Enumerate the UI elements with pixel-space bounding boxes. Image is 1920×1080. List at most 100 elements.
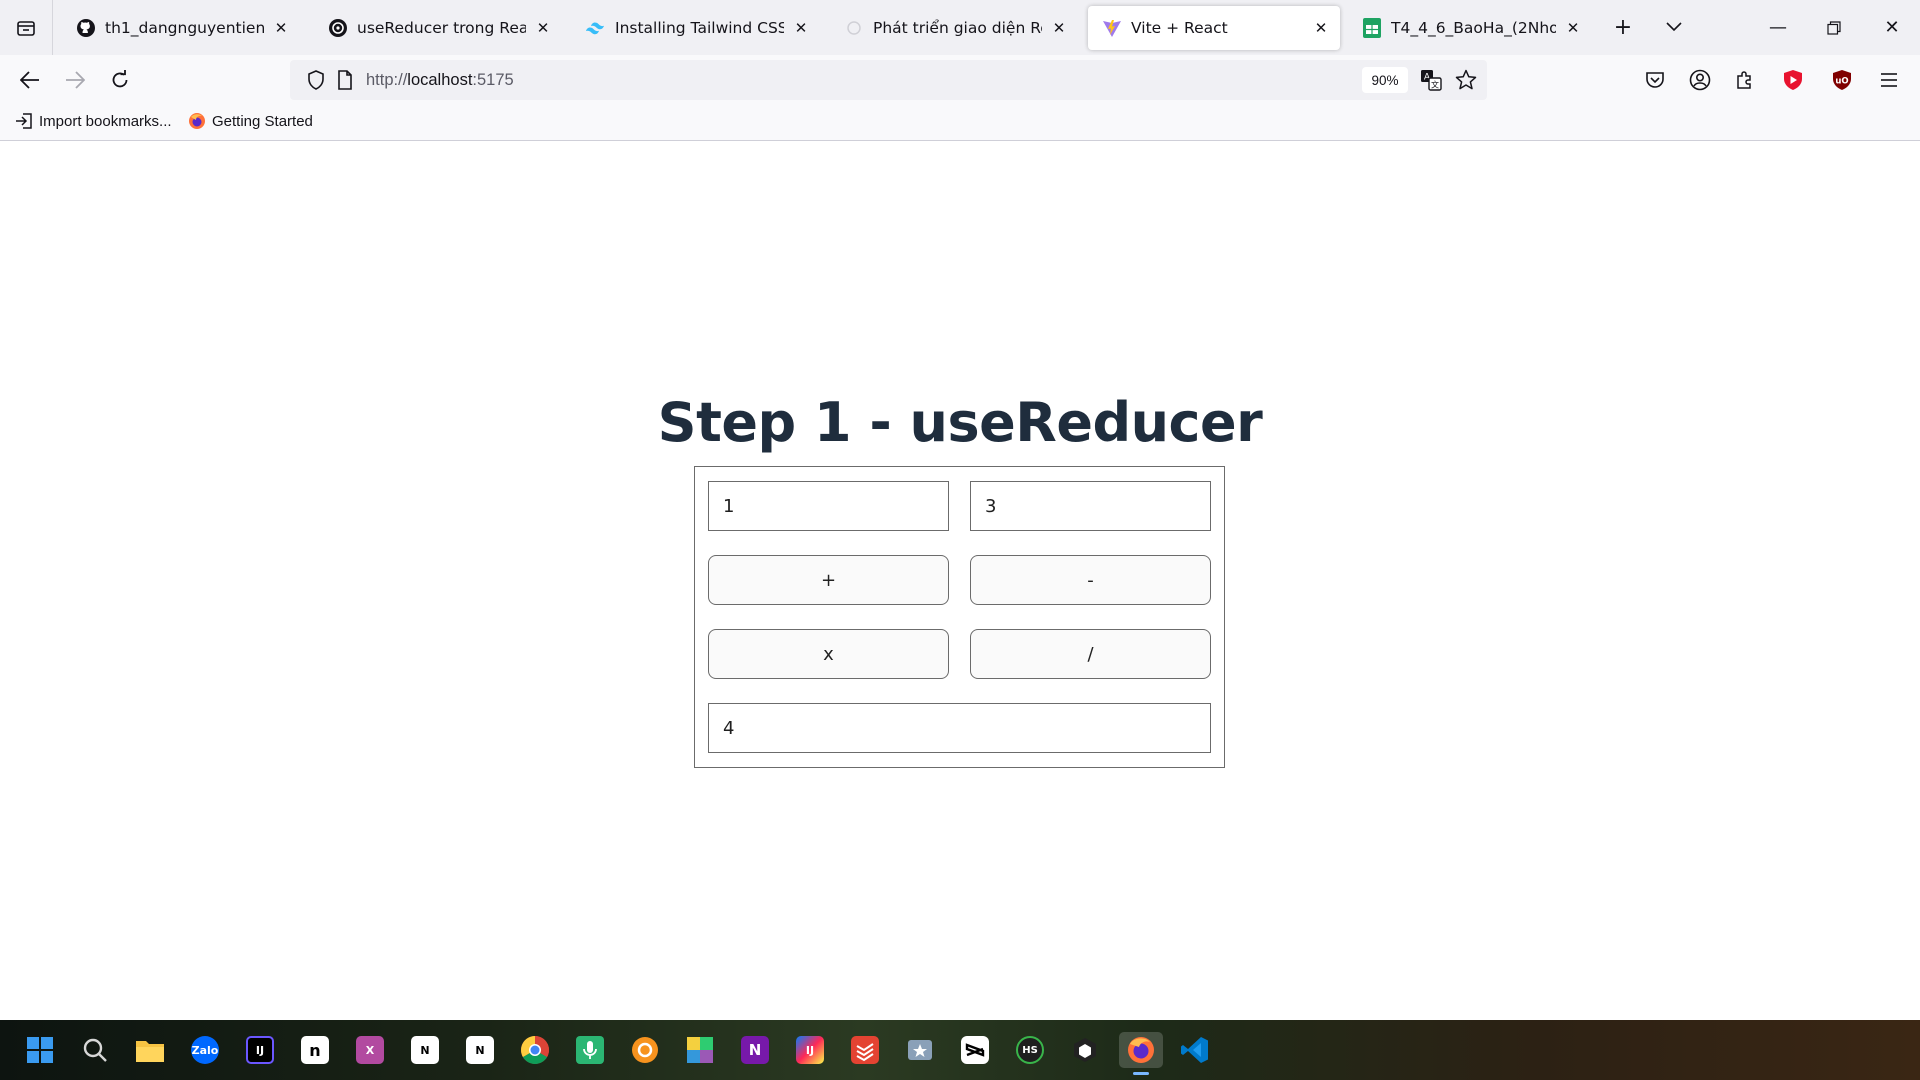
bookmark-star-icon[interactable]	[1455, 69, 1477, 95]
close-icon[interactable]: ✕	[1562, 17, 1584, 39]
bookmark-getting-started[interactable]: Getting Started	[188, 112, 313, 130]
tab-tailwind[interactable]: Installing Tailwind CSS with Vite ✕	[572, 6, 820, 50]
taskbar-voice[interactable]	[572, 1032, 608, 1068]
url-text[interactable]: http://localhost:5175	[366, 71, 514, 90]
restore-icon	[1827, 20, 1841, 35]
taskbar-firefox[interactable]	[1119, 1032, 1163, 1075]
bookmark-import[interactable]: Import bookmarks...	[15, 112, 172, 130]
jetbrains-icon: IJ	[796, 1036, 824, 1064]
taskbar-hs[interactable]: HS	[1012, 1032, 1048, 1068]
tab-title: Installing Tailwind CSS with Vite	[615, 19, 784, 37]
number-a-input[interactable]	[708, 481, 949, 531]
close-icon: ✕	[1884, 17, 1900, 38]
close-icon[interactable]: ✕	[1048, 17, 1070, 39]
tab-title: useReducer trong React	[357, 19, 526, 37]
taskbar-jetbrains[interactable]: IJ	[792, 1032, 828, 1068]
taskbar-search-button[interactable]	[77, 1032, 113, 1068]
add-button[interactable]: +	[708, 555, 949, 605]
tab-list-button[interactable]	[0, 0, 53, 55]
menu-button[interactable]	[1872, 63, 1906, 97]
import-icon	[15, 112, 33, 130]
puzzle-icon	[1737, 71, 1751, 89]
divide-button[interactable]: /	[970, 629, 1211, 679]
pocket-icon	[1646, 72, 1664, 88]
subtract-button[interactable]: -	[970, 555, 1211, 605]
microphone-icon	[576, 1036, 604, 1064]
bookmarks-toolbar: Import bookmarks... Getting Started	[0, 105, 1920, 141]
taskbar-intellij[interactable]: IJ	[242, 1032, 278, 1068]
minimize-button[interactable]: —	[1750, 0, 1806, 55]
tab-sheets[interactable]: T4_4_6_BaoHa_(2Nhom) - Google Sheets ✕	[1348, 6, 1592, 50]
close-icon[interactable]: ✕	[790, 17, 812, 39]
arrow-right-icon	[66, 71, 85, 89]
extensions-button[interactable]	[1728, 63, 1762, 97]
list-all-tabs-button[interactable]	[1657, 10, 1691, 44]
taskbar-app-x[interactable]: X	[352, 1032, 388, 1068]
taskbar-notion-a[interactable]: N	[407, 1032, 443, 1068]
navigation-toolbar: http://localhost:5175 90% A文 uO	[0, 55, 1920, 105]
hs-icon: HS	[1016, 1036, 1044, 1064]
url-bar[interactable]: http://localhost:5175 90% A文	[290, 60, 1487, 100]
reload-button[interactable]	[103, 63, 137, 97]
taskbar-app-star[interactable]	[902, 1032, 938, 1068]
taskbar-notion-b[interactable]: N	[462, 1032, 498, 1068]
pocket-button[interactable]	[1638, 63, 1672, 97]
forward-button[interactable]	[58, 63, 92, 97]
restore-button[interactable]	[1806, 0, 1862, 55]
color-picker-icon	[687, 1037, 713, 1063]
notion-icon: N	[466, 1036, 494, 1064]
firefox-icon	[1128, 1037, 1154, 1063]
start-button[interactable]	[22, 1032, 58, 1068]
taskbar-chrome[interactable]	[517, 1032, 553, 1068]
taskbar-capcut[interactable]	[957, 1032, 993, 1068]
account-icon	[1689, 69, 1711, 91]
windows-icon	[27, 1037, 53, 1063]
folder-icon	[136, 1041, 164, 1062]
taskbar-app-n[interactable]: n	[297, 1032, 333, 1068]
github-icon	[76, 18, 96, 38]
account-button[interactable]	[1683, 63, 1717, 97]
taskbar-onenote[interactable]: N	[737, 1032, 773, 1068]
taskbar-todoist[interactable]	[847, 1032, 883, 1068]
back-button[interactable]	[13, 63, 47, 97]
multiply-button[interactable]: x	[708, 629, 949, 679]
loading-icon	[844, 18, 864, 38]
taskbar: Zalo IJ n X N N N IJ HS	[0, 1020, 1920, 1080]
page-info-icon[interactable]	[336, 70, 354, 94]
window-close-button[interactable]: ✕	[1864, 0, 1920, 55]
ublock-button[interactable]: uO	[1825, 63, 1859, 97]
close-icon[interactable]: ✕	[270, 17, 292, 39]
translate-icon[interactable]: A文	[1420, 69, 1442, 95]
video-extension-button[interactable]	[1776, 63, 1810, 97]
unity-icon	[1074, 1038, 1096, 1062]
taskbar-app-color[interactable]	[682, 1032, 718, 1068]
reload-icon	[112, 70, 128, 88]
app-n-icon: n	[301, 1036, 329, 1064]
tab-vite-react[interactable]: Vite + React ✕	[1088, 6, 1340, 50]
zoom-indicator[interactable]: 90%	[1362, 67, 1408, 93]
app-orange-icon	[632, 1037, 658, 1063]
notion-icon: N	[411, 1036, 439, 1064]
tab-title: Phát triển giao diện ReactJS	[873, 19, 1042, 37]
tab-list-icon	[17, 20, 35, 36]
new-tab-button[interactable]: +	[1606, 10, 1640, 44]
close-icon[interactable]: ✕	[532, 17, 554, 39]
page-viewport: Step 1 - useReducer + - x / 4	[0, 141, 1920, 1020]
vscode-icon	[1181, 1037, 1208, 1063]
url-host: localhost	[407, 71, 473, 89]
close-icon[interactable]: ✕	[1310, 17, 1332, 39]
number-b-input[interactable]	[970, 481, 1211, 531]
taskbar-app-orange[interactable]	[627, 1032, 663, 1068]
taskbar-vscode[interactable]	[1177, 1032, 1213, 1068]
tab-reactjs[interactable]: Phát triển giao diện ReactJS ✕	[830, 6, 1078, 50]
shield-play-icon	[1784, 70, 1802, 90]
tracking-protection-icon[interactable]	[306, 70, 326, 94]
taskbar-file-explorer[interactable]	[132, 1032, 168, 1068]
tailwind-icon	[586, 18, 606, 38]
vite-icon	[1102, 18, 1122, 38]
tab-usereducer[interactable]: useReducer trong React ✕	[314, 6, 562, 50]
tab-github[interactable]: th1_dangnguyentienphat_22 ✕	[62, 6, 300, 50]
bookmark-label: Getting Started	[212, 112, 313, 130]
taskbar-zalo[interactable]: Zalo	[187, 1032, 223, 1068]
taskbar-unity[interactable]	[1067, 1032, 1103, 1068]
